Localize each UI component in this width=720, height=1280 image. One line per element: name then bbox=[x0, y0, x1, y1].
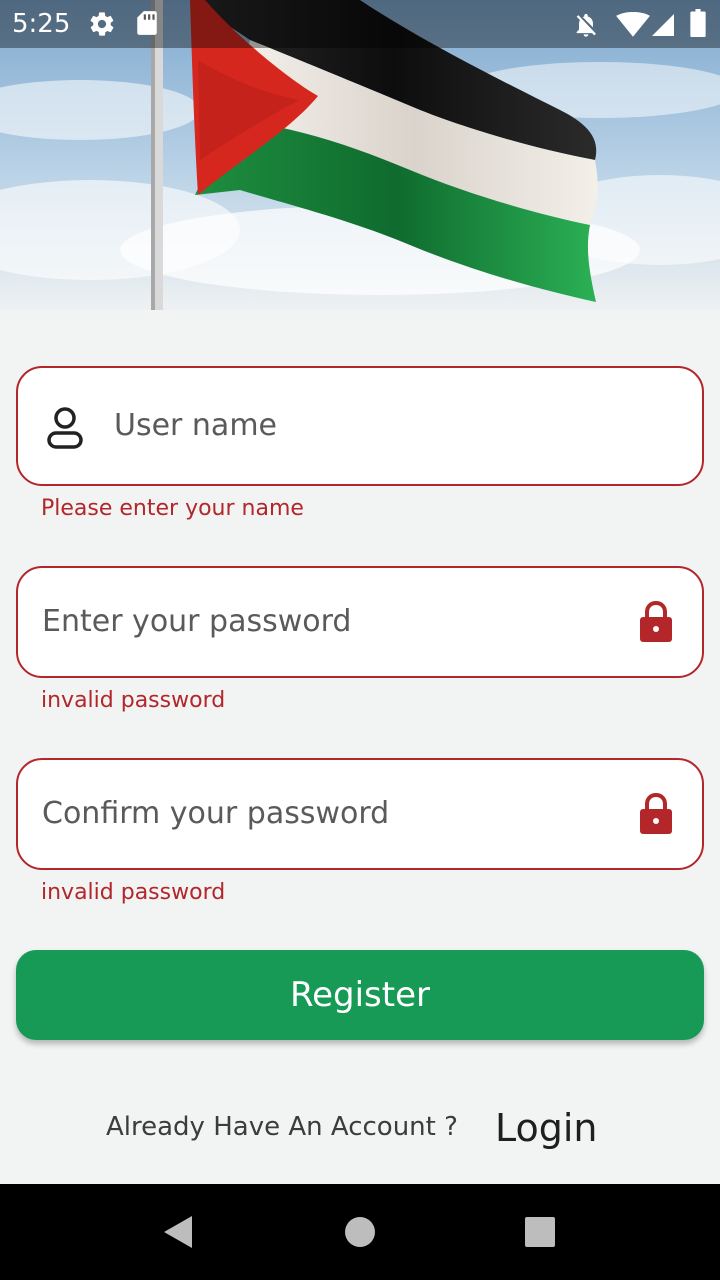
back-icon[interactable] bbox=[160, 1214, 196, 1250]
username-placeholder: User name bbox=[114, 408, 277, 443]
status-time: 5:25 bbox=[12, 9, 71, 39]
confirm-password-field[interactable]: Confirm your password bbox=[16, 758, 704, 870]
status-bar: 5:25 bbox=[0, 0, 720, 48]
user-icon bbox=[47, 407, 83, 449]
username-error: Please enter your name bbox=[41, 496, 304, 521]
navigation-bar bbox=[0, 1184, 720, 1280]
username-field[interactable]: User name bbox=[16, 366, 704, 486]
login-link[interactable]: Login bbox=[495, 1106, 598, 1150]
signal-icon bbox=[652, 14, 674, 36]
wifi-icon bbox=[616, 12, 650, 37]
password-error: invalid password bbox=[41, 688, 226, 713]
bell-off-icon bbox=[576, 13, 596, 37]
password-placeholder: Enter your password bbox=[42, 604, 352, 639]
confirm-password-error: invalid password bbox=[41, 880, 226, 905]
password-field[interactable]: Enter your password bbox=[16, 566, 704, 678]
already-have-account-text: Already Have An Account ? bbox=[106, 1112, 458, 1142]
lock-icon[interactable] bbox=[638, 792, 674, 836]
recents-icon[interactable] bbox=[524, 1216, 556, 1248]
register-screen: 5:25 User name Please enter your name En… bbox=[0, 0, 720, 1280]
battery-icon bbox=[690, 9, 706, 37]
register-button[interactable]: Register bbox=[16, 950, 704, 1040]
sd-card-icon bbox=[137, 11, 157, 35]
confirm-password-placeholder: Confirm your password bbox=[42, 796, 390, 831]
gear-icon bbox=[90, 12, 114, 36]
home-icon[interactable] bbox=[344, 1216, 376, 1248]
lock-icon[interactable] bbox=[638, 600, 674, 644]
